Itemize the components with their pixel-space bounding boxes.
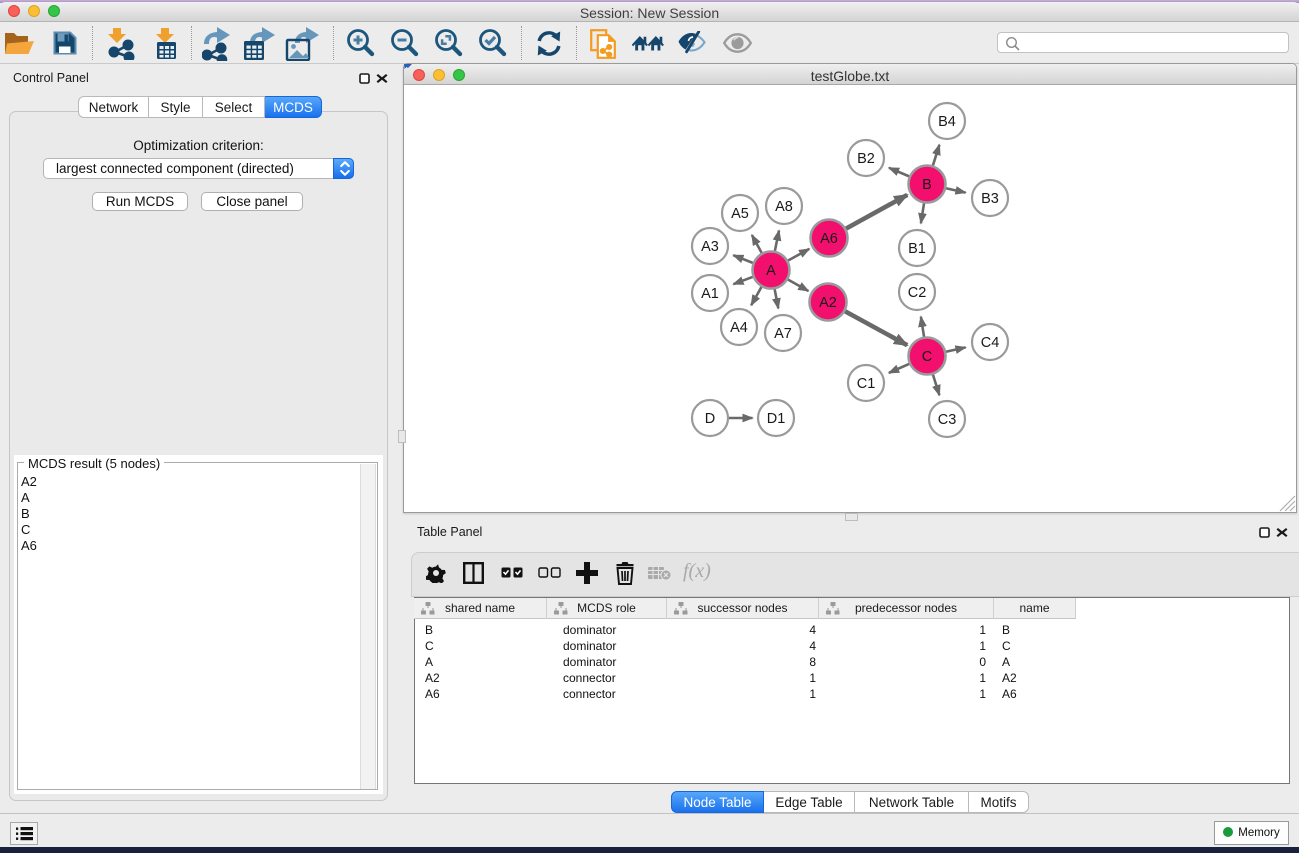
- svg-text:A3: A3: [701, 239, 719, 255]
- svg-text:A2: A2: [819, 295, 837, 311]
- svg-text:A8: A8: [775, 199, 793, 215]
- svg-text:A6: A6: [820, 231, 838, 247]
- svg-text:C2: C2: [908, 285, 927, 301]
- svg-text:D1: D1: [767, 411, 786, 427]
- svg-text:A1: A1: [701, 286, 719, 302]
- svg-text:C1: C1: [857, 376, 876, 392]
- svg-text:B2: B2: [857, 151, 875, 167]
- svg-text:C3: C3: [938, 412, 957, 428]
- svg-text:C4: C4: [981, 335, 1000, 351]
- svg-text:B: B: [922, 177, 932, 193]
- svg-text:A7: A7: [774, 326, 792, 342]
- svg-text:D: D: [705, 411, 715, 427]
- svg-text:B3: B3: [981, 191, 999, 207]
- svg-text:A4: A4: [730, 320, 748, 336]
- svg-text:B4: B4: [938, 114, 956, 130]
- svg-text:C: C: [922, 349, 932, 365]
- svg-text:A: A: [766, 263, 776, 279]
- svg-text:B1: B1: [908, 241, 926, 257]
- svg-text:A5: A5: [731, 206, 749, 222]
